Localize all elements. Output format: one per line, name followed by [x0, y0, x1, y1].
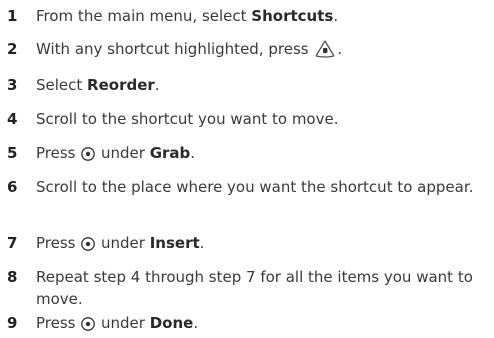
step-1: 1 From the main menu, select Shortcuts. — [0, 5, 494, 27]
step-text: From the main menu, select Shortcuts. — [36, 7, 339, 25]
step-6: 6 Scroll to the place where you want the… — [0, 176, 494, 198]
select-button-icon — [80, 146, 96, 168]
select-button-icon — [80, 236, 96, 258]
step-number: 6 — [7, 178, 18, 196]
step-text: With any shortcut highlighted, press . — [36, 38, 494, 64]
step-text: Scroll to the shortcut you want to move. — [36, 110, 339, 128]
step-text: Repeat step 4 through step 7 for all the… — [36, 268, 473, 308]
step-number: 3 — [7, 76, 18, 94]
step-text: Press under Insert. — [36, 232, 494, 258]
menu-key-icon — [313, 38, 337, 64]
step-number: 1 — [7, 7, 18, 25]
step-4: 4 Scroll to the shortcut you want to mov… — [0, 108, 494, 130]
step-text: Press under Done. — [36, 312, 494, 338]
step-9: 9 Press under Done. — [0, 312, 494, 338]
step-8: 8 Repeat step 4 through step 7 for all t… — [0, 266, 494, 310]
menu-option-reorder: Reorder — [87, 76, 155, 94]
step-number: 5 — [7, 144, 18, 162]
step-number: 9 — [7, 314, 18, 332]
step-5: 5 Press under Grab. — [0, 142, 494, 168]
select-button-icon — [80, 316, 96, 338]
step-2: 2 With any shortcut highlighted, press . — [0, 38, 494, 64]
step-number: 8 — [7, 268, 18, 286]
softkey-insert: Insert — [149, 234, 200, 252]
softkey-done: Done — [149, 314, 194, 332]
step-number: 4 — [7, 110, 18, 128]
menu-option-shortcuts: Shortcuts — [251, 7, 334, 25]
step-number: 2 — [7, 40, 18, 58]
softkey-grab: Grab — [149, 144, 191, 162]
step-7: 7 Press under Insert. — [0, 232, 494, 258]
instruction-steps: 1 From the main menu, select Shortcuts. … — [0, 0, 494, 338]
step-number: 7 — [7, 234, 18, 252]
step-3: 3 Select Reorder. — [0, 74, 494, 96]
step-text: Press under Grab. — [36, 142, 494, 168]
step-text: Select Reorder. — [36, 76, 160, 94]
step-text: Scroll to the place where you want the s… — [36, 178, 474, 196]
